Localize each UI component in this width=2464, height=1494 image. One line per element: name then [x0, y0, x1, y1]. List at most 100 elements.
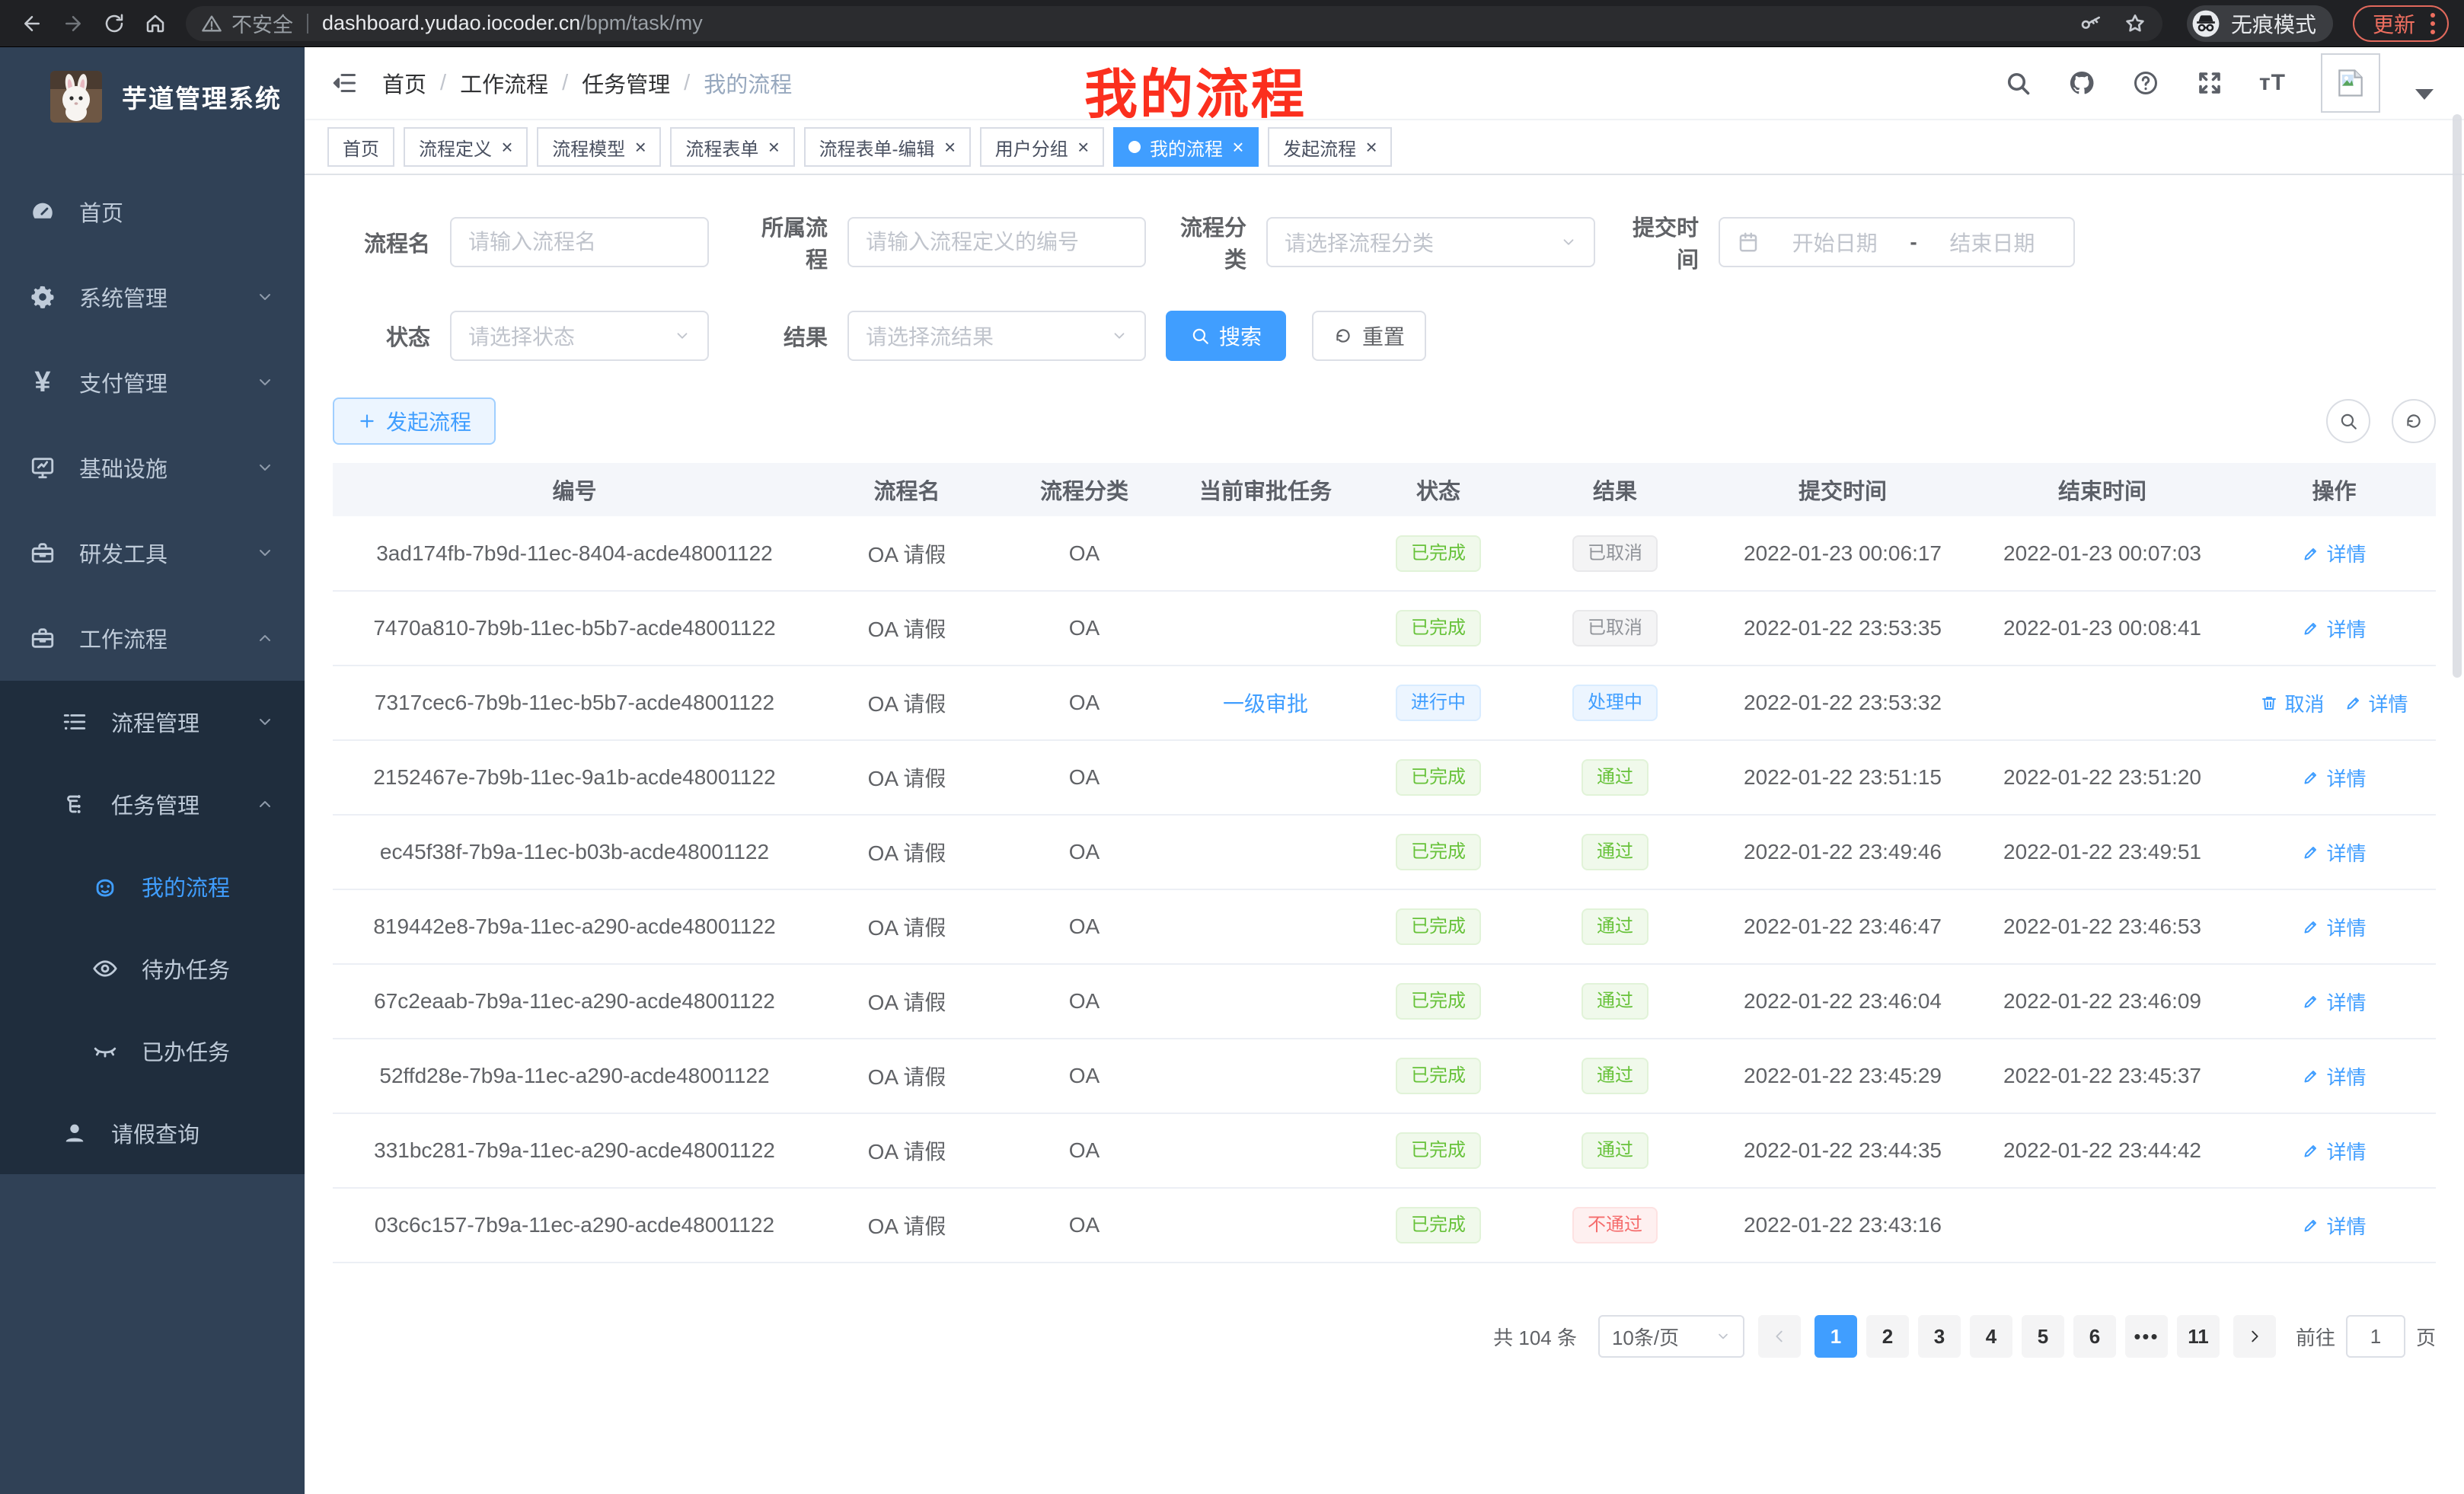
process-id: 819442e8-7b9a-11ec-a290-acde48001122: [373, 915, 775, 938]
github-icon[interactable]: [2067, 69, 2096, 97]
view-tab[interactable]: 我的流程 ×: [1113, 127, 1259, 167]
update-button[interactable]: 更新: [2353, 5, 2449, 42]
view-tab[interactable]: 流程模型 ×: [537, 127, 661, 167]
detail-link[interactable]: 详情: [2302, 615, 2366, 643]
table-row: 2152467e-7b9b-11ec-9a1b-acde48001122 OA …: [333, 740, 2436, 815]
scrollbar[interactable]: [2453, 114, 2462, 678]
detail-link[interactable]: 详情: [2302, 539, 2366, 567]
sidebar-item-workflow[interactable]: 工作流程: [0, 595, 305, 681]
detail-link[interactable]: 详情: [2302, 838, 2366, 867]
address-bar[interactable]: 不安全 dashboard.yudao.iocoder.cn/bpm/task/…: [186, 6, 2162, 41]
search-button[interactable]: 搜索: [1166, 311, 1286, 361]
close-icon[interactable]: ×: [501, 137, 512, 157]
goto-page-input[interactable]: [2346, 1315, 2405, 1358]
page-button[interactable]: •••: [2125, 1315, 2168, 1358]
detail-link[interactable]: 详情: [2302, 913, 2366, 941]
update-label: 更新: [2373, 8, 2415, 39]
user-avatar[interactable]: [2321, 53, 2380, 113]
gear-icon: [29, 283, 56, 311]
detail-link[interactable]: 详情: [2302, 1062, 2366, 1090]
view-tab[interactable]: 流程表单-编辑 ×: [804, 127, 971, 167]
key-icon[interactable]: [2079, 11, 2103, 36]
bookmark-star-icon[interactable]: [2123, 11, 2147, 36]
table-header-row: 编号流程名流程分类当前审批任务状态结果提交时间结束时间操作: [333, 463, 2436, 516]
submit-time: 2022-01-22 23:51:15: [1744, 765, 1942, 789]
date-range-input[interactable]: 开始日期 - 结束日期: [1719, 217, 2075, 267]
breadcrumb-item[interactable]: 首页: [382, 67, 426, 99]
result-select[interactable]: 请选择流结果: [847, 311, 1146, 361]
sidebar-item-done[interactable]: 已办任务: [0, 1010, 305, 1092]
close-icon[interactable]: ×: [1077, 137, 1089, 157]
view-tab[interactable]: 流程表单 ×: [670, 127, 794, 167]
sidebar-item-task-mgmt[interactable]: 任务管理: [0, 763, 305, 845]
detail-link[interactable]: 详情: [2302, 1137, 2366, 1165]
chevron-up-icon: [256, 629, 274, 647]
close-icon[interactable]: ×: [634, 137, 646, 157]
next-page-button[interactable]: [2233, 1315, 2276, 1358]
sidebar-item-system[interactable]: 系统管理: [0, 254, 305, 340]
process-input[interactable]: [847, 217, 1146, 267]
page-size-select[interactable]: 10条/页: [1598, 1315, 1744, 1358]
sidebar-item-leave-query[interactable]: 请假查询: [0, 1092, 305, 1174]
process-id: ec45f38f-7b9a-11ec-b03b-acde48001122: [380, 840, 769, 864]
reset-button[interactable]: 重置: [1312, 311, 1426, 361]
sidebar-item-infra[interactable]: 基础设施: [0, 425, 305, 510]
forward-icon[interactable]: [56, 7, 90, 40]
prev-page-button[interactable]: [1758, 1315, 1801, 1358]
table-refresh-icon[interactable]: [2392, 399, 2436, 443]
detail-link[interactable]: 详情: [2344, 689, 2408, 717]
date-start-placeholder[interactable]: 开始日期: [1770, 227, 1899, 257]
status-select[interactable]: 请选择状态: [450, 311, 709, 361]
result-badge: 通过: [1581, 1058, 1649, 1094]
current-task-link[interactable]: 一级审批: [1223, 692, 1308, 716]
detail-link[interactable]: 详情: [2302, 1211, 2366, 1240]
home-icon[interactable]: [139, 7, 172, 40]
sidebar-fold-icon[interactable]: [327, 66, 361, 100]
view-tab[interactable]: 用户分组 ×: [980, 127, 1104, 167]
page-button[interactable]: 11: [2177, 1315, 2220, 1358]
help-icon[interactable]: [2131, 69, 2160, 97]
end-time: 2022-01-22 23:46:09: [2003, 989, 2201, 1013]
page-button[interactable]: 6: [2073, 1315, 2116, 1358]
view-tab[interactable]: 发起流程 ×: [1268, 127, 1392, 167]
end-time: 2022-01-22 23:49:51: [2003, 840, 2201, 864]
browser-menu-icon[interactable]: [2430, 13, 2435, 34]
caret-down-icon[interactable]: [2415, 89, 2434, 100]
fullscreen-icon[interactable]: [2195, 69, 2224, 97]
name-input[interactable]: [450, 217, 709, 267]
logo-avatar: [50, 71, 102, 123]
view-tab[interactable]: 首页 ×: [327, 127, 394, 167]
back-icon[interactable]: [15, 7, 49, 40]
breadcrumb-item[interactable]: 任务管理: [582, 67, 670, 99]
page-button[interactable]: 4: [1970, 1315, 2012, 1358]
sidebar-item-home[interactable]: 首页: [0, 169, 305, 254]
close-icon[interactable]: ×: [768, 137, 779, 157]
close-icon[interactable]: ×: [944, 137, 956, 157]
sidebar-item-my-process[interactable]: 我的流程: [0, 845, 305, 927]
edit-icon: [2302, 544, 2320, 563]
submit-time: 2022-01-22 23:53:32: [1744, 691, 1942, 714]
close-icon[interactable]: ×: [1232, 137, 1243, 157]
close-icon[interactable]: ×: [1365, 137, 1377, 157]
view-tab[interactable]: 流程定义 ×: [404, 127, 528, 167]
detail-link[interactable]: 详情: [2302, 988, 2366, 1016]
page-button[interactable]: 3: [1918, 1315, 1961, 1358]
search-icon[interactable]: [2003, 69, 2032, 97]
font-size-icon[interactable]: тT: [2259, 70, 2286, 96]
table-search-icon[interactable]: [2326, 399, 2370, 443]
sidebar-item-todo[interactable]: 待办任务: [0, 927, 305, 1010]
sidebar-item-process-mgmt[interactable]: 流程管理: [0, 681, 305, 763]
page-button[interactable]: 5: [2022, 1315, 2064, 1358]
date-end-placeholder[interactable]: 结束日期: [1928, 227, 2057, 257]
detail-link[interactable]: 详情: [2302, 764, 2366, 792]
create-process-button[interactable]: 发起流程: [333, 397, 496, 445]
category-select[interactable]: 请选择流程分类: [1266, 217, 1595, 267]
sidebar-item-pay[interactable]: ¥ 支付管理: [0, 340, 305, 425]
trash-icon: [2260, 694, 2278, 712]
sidebar-item-dev[interactable]: 研发工具: [0, 510, 305, 595]
page-button[interactable]: 2: [1866, 1315, 1909, 1358]
cancel-link[interactable]: 取消: [2260, 689, 2324, 717]
page-button[interactable]: 1: [1814, 1315, 1857, 1358]
reload-icon[interactable]: [97, 7, 131, 40]
breadcrumb-item[interactable]: 工作流程: [460, 67, 548, 99]
